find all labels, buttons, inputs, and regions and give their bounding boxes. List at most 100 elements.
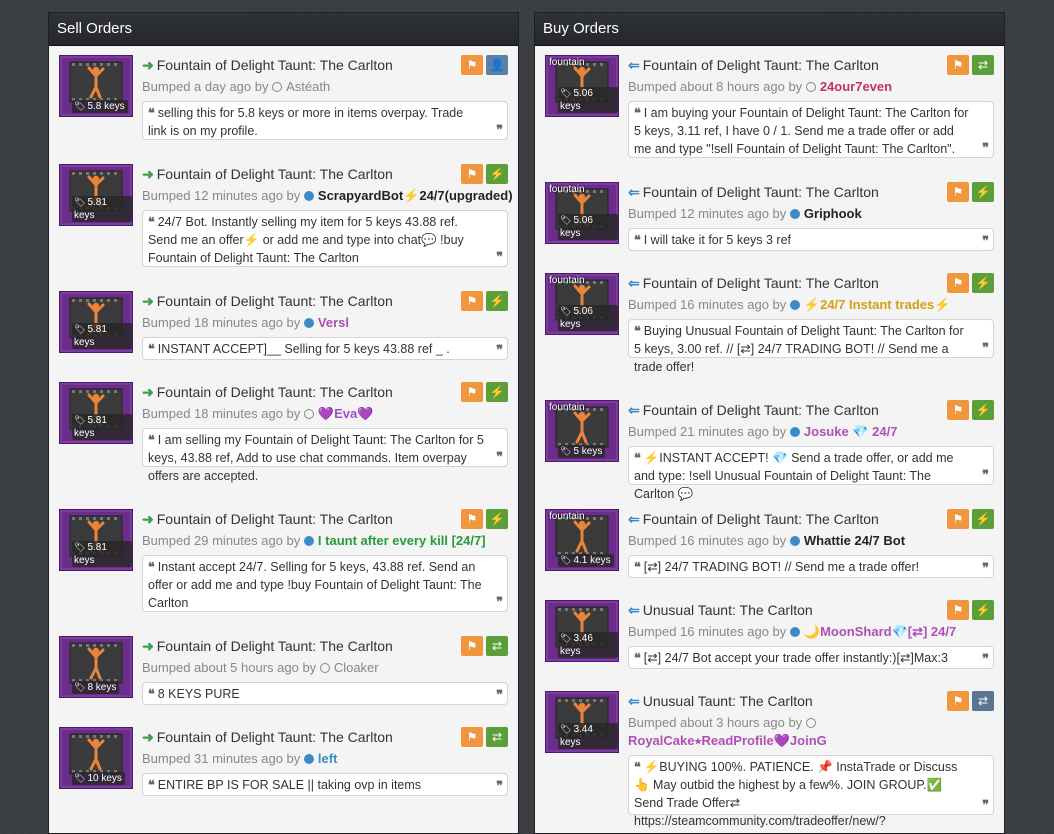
listing-actions: ⚑ ⇄ bbox=[944, 691, 994, 711]
listing-title[interactable]: ➜ Fountain of Delight Taunt: The Carlton bbox=[142, 511, 393, 528]
user-link[interactable]: ScrapyardBot⚡24/7(upgraded) bbox=[318, 188, 513, 203]
quote-open-icon: ❝ bbox=[634, 105, 641, 120]
lightning-button[interactable]: ⚡ bbox=[486, 509, 508, 529]
listing-title[interactable]: ⇐ Fountain of Delight Taunt: The Carlton bbox=[628, 57, 879, 74]
exchange-button[interactable]: ⇄ bbox=[486, 727, 508, 747]
listing-actions: ⚑ ⚡ bbox=[458, 164, 508, 184]
listing-actions: ⚑ ⇄ bbox=[458, 636, 508, 656]
report-flag-button[interactable]: ⚑ bbox=[461, 291, 483, 311]
listing-title[interactable]: ➜ Fountain of Delight Taunt: The Carlton bbox=[142, 293, 393, 310]
buy-arrow-icon: ⇐ bbox=[628, 693, 640, 709]
item-icon[interactable]: fountain 🏷 5 keys bbox=[545, 400, 619, 462]
item-icon[interactable]: 🏷 3.46 keys bbox=[545, 600, 619, 662]
report-flag-button[interactable]: ⚑ bbox=[947, 55, 969, 75]
lightning-button[interactable]: ⚡ bbox=[486, 382, 508, 402]
lightning-button[interactable]: ⚡ bbox=[972, 273, 994, 293]
lightning-button[interactable]: ⚡ bbox=[486, 164, 508, 184]
buy-arrow-icon: ⇐ bbox=[628, 511, 640, 527]
listing-title[interactable]: ⇐ Unusual Taunt: The Carlton bbox=[628, 693, 813, 710]
lightning-button[interactable]: ⚡ bbox=[972, 400, 994, 420]
report-flag-button[interactable]: ⚑ bbox=[947, 182, 969, 202]
item-icon[interactable]: fountain 🏷 4.1 keys bbox=[545, 509, 619, 571]
item-icon[interactable]: 🏷 5.81 keys bbox=[59, 382, 133, 444]
lightning-button[interactable]: ⚡ bbox=[972, 182, 994, 202]
bump-time: Bumped 31 minutes ago by bbox=[142, 751, 301, 766]
listing-title[interactable]: ➜ Fountain of Delight Taunt: The Carlton bbox=[142, 166, 393, 183]
user-link[interactable]: RoyalCake⭑ReadProfile💜JoinG bbox=[628, 733, 827, 749]
listing-actions: ⚑ ⚡ bbox=[944, 273, 994, 293]
online-status-icon bbox=[303, 318, 314, 328]
quote-open-icon: ❝ bbox=[634, 759, 641, 774]
listing-message: ❝ [⇄] 24/7 Bot accept your trade offer in… bbox=[628, 646, 994, 669]
user-link[interactable]: Versl bbox=[318, 315, 349, 330]
listing-title[interactable]: ⇐ Fountain of Delight Taunt: The Carlton bbox=[628, 184, 879, 201]
listing-title[interactable]: ⇐ Unusual Taunt: The Carlton bbox=[628, 602, 813, 619]
bump-time: Bumped a day ago by bbox=[142, 79, 269, 94]
message-text: INSTANT ACCEPT]__ Selling for 5 keys 43.… bbox=[157, 342, 450, 356]
lightning-button[interactable]: ⚡ bbox=[486, 291, 508, 311]
user-link[interactable]: ⚡24/7 Instant trades⚡ bbox=[804, 297, 951, 312]
report-flag-button[interactable]: ⚑ bbox=[947, 691, 969, 711]
report-flag-button[interactable]: ⚑ bbox=[461, 55, 483, 75]
exchange-button[interactable]: ⇄ bbox=[972, 55, 994, 75]
item-icon[interactable]: 🏷 8 keys bbox=[59, 636, 133, 698]
item-icon[interactable]: 🏷 5.81 keys bbox=[59, 291, 133, 353]
user-link[interactable]: Astéath bbox=[286, 79, 330, 94]
lightning-button[interactable]: ⚡ bbox=[972, 509, 994, 529]
user-link[interactable]: 💜Eva💜 bbox=[318, 406, 374, 421]
user-link[interactable]: 24our7even bbox=[820, 79, 892, 94]
report-flag-button[interactable]: ⚑ bbox=[461, 509, 483, 529]
listing-title[interactable]: ⇐ Fountain of Delight Taunt: The Carlton bbox=[628, 402, 879, 419]
lightning-button[interactable]: ⚡ bbox=[972, 600, 994, 620]
item-price-badge: 🏷 5.06 keys bbox=[558, 214, 618, 240]
item-price-badge: 🏷 10 keys bbox=[72, 772, 125, 785]
user-link[interactable]: Josuke 💎 24/7 bbox=[804, 424, 898, 439]
listing-title[interactable]: ➜ Fountain of Delight Taunt: The Carlton bbox=[142, 57, 393, 74]
item-icon[interactable]: fountain 🏷 5.06 keys bbox=[545, 55, 619, 117]
report-flag-button[interactable]: ⚑ bbox=[461, 382, 483, 402]
report-flag-button[interactable]: ⚑ bbox=[947, 600, 969, 620]
user-link[interactable]: I taunt after every kill [24/7] bbox=[318, 533, 486, 548]
report-flag-button[interactable]: ⚑ bbox=[461, 636, 483, 656]
item-icon[interactable]: fountain 🏷 5.06 keys bbox=[545, 273, 619, 335]
listing-title[interactable]: ➜ Fountain of Delight Taunt: The Carlton bbox=[142, 384, 393, 401]
report-flag-button[interactable]: ⚑ bbox=[947, 400, 969, 420]
listing-title[interactable]: ➜ Fountain of Delight Taunt: The Carlton bbox=[142, 729, 393, 746]
sell-arrow-icon: ➜ bbox=[142, 293, 154, 309]
listing-title-text: Unusual Taunt: The Carlton bbox=[642, 602, 813, 618]
user-link[interactable]: 🌙MoonShard💎[⇄] 24/7 bbox=[804, 624, 956, 639]
user-link[interactable]: Whattie 24/7 Bot bbox=[804, 533, 905, 548]
report-flag-button[interactable]: ⚑ bbox=[461, 727, 483, 747]
listing-title[interactable]: ⇐ Fountain of Delight Taunt: The Carlton bbox=[628, 275, 879, 292]
user-link[interactable]: left bbox=[318, 751, 338, 766]
item-icon[interactable]: 🏷 5.81 keys bbox=[59, 164, 133, 226]
listing-message: ❝ INSTANT ACCEPT]__ Selling for 5 keys 43… bbox=[142, 337, 508, 360]
item-icon[interactable]: 🏷 3.44 keys bbox=[545, 691, 619, 753]
item-icon[interactable]: 🏷 5.81 keys bbox=[59, 509, 133, 571]
item-icon[interactable]: fountain 🏷 5.06 keys bbox=[545, 182, 619, 244]
report-flag-button[interactable]: ⚑ bbox=[947, 509, 969, 529]
buy-arrow-icon: ⇐ bbox=[628, 275, 640, 291]
message-text: Buying Unusual Fountain of Delight Taunt… bbox=[634, 324, 964, 374]
quote-close-icon: ❞ bbox=[496, 249, 503, 264]
listing-row: 🏷 3.46 keys ⇐ Unusual Taunt: The Carlton Bum… bbox=[535, 600, 1004, 700]
report-flag-button[interactable]: ⚑ bbox=[461, 164, 483, 184]
message-text: I am selling my Fountain of Delight Taun… bbox=[148, 433, 484, 483]
item-icon[interactable]: 🏷 10 keys bbox=[59, 727, 133, 789]
user-link[interactable]: Griphook bbox=[804, 206, 862, 221]
user-link[interactable]: Cloaker bbox=[334, 660, 379, 675]
bump-time: Bumped 21 minutes ago by bbox=[628, 424, 787, 439]
user-button[interactable]: 👤 bbox=[486, 55, 508, 75]
listing-title[interactable]: ⇐ Fountain of Delight Taunt: The Carlton bbox=[628, 511, 879, 528]
item-icon[interactable]: 🏷 5.8 keys bbox=[59, 55, 133, 117]
item-price-badge: 🏷 4.1 keys bbox=[558, 554, 614, 567]
item-price-badge: 🏷 5.81 keys bbox=[72, 414, 132, 440]
exchange-button[interactable]: ⇄ bbox=[972, 691, 994, 711]
bump-time: Bumped 18 minutes ago by bbox=[142, 406, 301, 421]
buy-arrow-icon: ⇐ bbox=[628, 57, 640, 73]
quote-close-icon: ❞ bbox=[982, 651, 989, 666]
listing-title[interactable]: ➜ Fountain of Delight Taunt: The Carlton bbox=[142, 638, 393, 655]
exchange-button[interactable]: ⇄ bbox=[486, 636, 508, 656]
item-price: 5.8 keys bbox=[87, 101, 125, 112]
report-flag-button[interactable]: ⚑ bbox=[947, 273, 969, 293]
